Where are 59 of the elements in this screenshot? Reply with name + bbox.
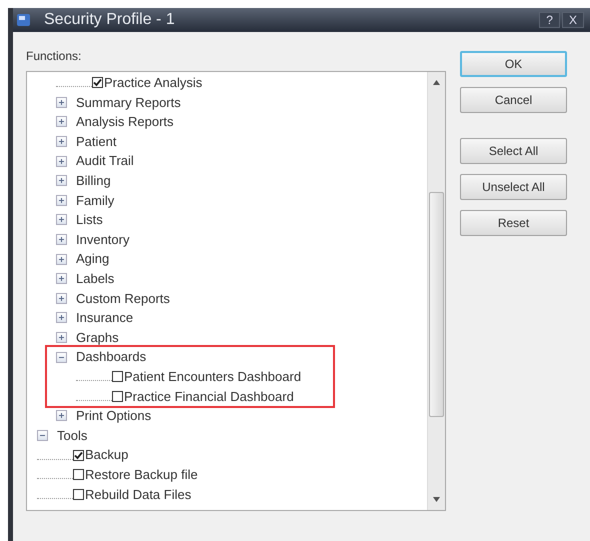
tree-item-label[interactable]: Analysis Reports (75, 112, 174, 132)
expand-icon[interactable] (56, 116, 67, 128)
tree-item-label[interactable]: Summary Reports (75, 92, 181, 112)
tree-item-label[interactable]: Practice Analysis (103, 73, 202, 93)
tree-item-label[interactable]: Print Options (75, 406, 152, 426)
tree-item-label[interactable]: Family (75, 190, 114, 210)
scrollbar[interactable] (427, 72, 445, 510)
tree-item-label[interactable]: Custom Reports (75, 288, 170, 308)
expand-icon[interactable] (56, 234, 67, 246)
tree-item-label[interactable]: Practice Financial Dashboard (123, 386, 294, 406)
expand-icon[interactable] (56, 194, 67, 206)
scrollbar-thumb[interactable] (429, 192, 444, 417)
tree-item-label[interactable]: Graphs (75, 328, 119, 348)
expand-icon[interactable] (56, 410, 67, 422)
expand-icon[interactable] (56, 136, 67, 148)
dialog-button[interactable]: Select All (460, 138, 567, 164)
checkbox[interactable] (73, 450, 84, 461)
checkbox[interactable] (73, 488, 84, 500)
checkbox[interactable] (92, 77, 103, 88)
scroll-down-icon[interactable] (433, 497, 440, 502)
functions-label: Functions: (26, 48, 82, 65)
expand-icon[interactable] (56, 312, 67, 324)
dialog-button[interactable]: OK (460, 51, 567, 77)
dialog-button[interactable]: Unselect All (460, 174, 567, 200)
dialog-button[interactable]: Cancel (460, 87, 567, 113)
tree-item-label[interactable]: Dashboards (75, 347, 146, 367)
tree-item-label[interactable]: Lists (75, 210, 103, 230)
tree-item-label[interactable]: Insurance (75, 308, 134, 328)
expand-icon[interactable] (56, 175, 67, 186)
functions-tree[interactable] (26, 71, 446, 511)
tree-item-label[interactable]: Backup (84, 445, 128, 465)
expand-icon[interactable] (56, 292, 67, 304)
tree-item-label[interactable]: Aging (75, 249, 110, 269)
window-title: Security Profile - 1 (44, 10, 175, 30)
tree-item-label[interactable]: Restore Backup file (84, 464, 198, 484)
tree-item-label[interactable]: Rebuild Data Files (84, 484, 192, 504)
expand-icon[interactable] (56, 156, 67, 167)
expand-icon[interactable] (56, 273, 67, 284)
tree-item-label[interactable]: Tools (56, 426, 88, 446)
tree-item-label[interactable]: Billing (75, 171, 111, 191)
tree-item-label[interactable]: Labels (75, 268, 114, 288)
tree-item-label[interactable]: Inventory (75, 230, 130, 250)
expand-icon[interactable] (56, 332, 67, 344)
tree-item-label[interactable]: Patient (75, 132, 116, 152)
expand-icon[interactable] (56, 214, 67, 226)
checkbox[interactable] (73, 469, 84, 480)
scroll-up-icon[interactable] (433, 80, 440, 85)
checkbox[interactable] (112, 390, 123, 402)
title-button[interactable]: X (562, 12, 584, 28)
tree-item-label[interactable]: Audit Trail (75, 151, 134, 171)
window-icon (16, 12, 32, 28)
collapse-icon[interactable] (37, 430, 48, 441)
expand-icon[interactable] (56, 96, 67, 108)
expand-icon[interactable] (56, 254, 67, 265)
dialog-button[interactable]: Reset (460, 210, 567, 236)
checkbox[interactable] (112, 371, 123, 382)
tree-item-label[interactable]: Patient Encounters Dashboard (123, 366, 302, 386)
title-button[interactable]: ? (539, 12, 560, 28)
collapse-icon[interactable] (56, 352, 67, 363)
